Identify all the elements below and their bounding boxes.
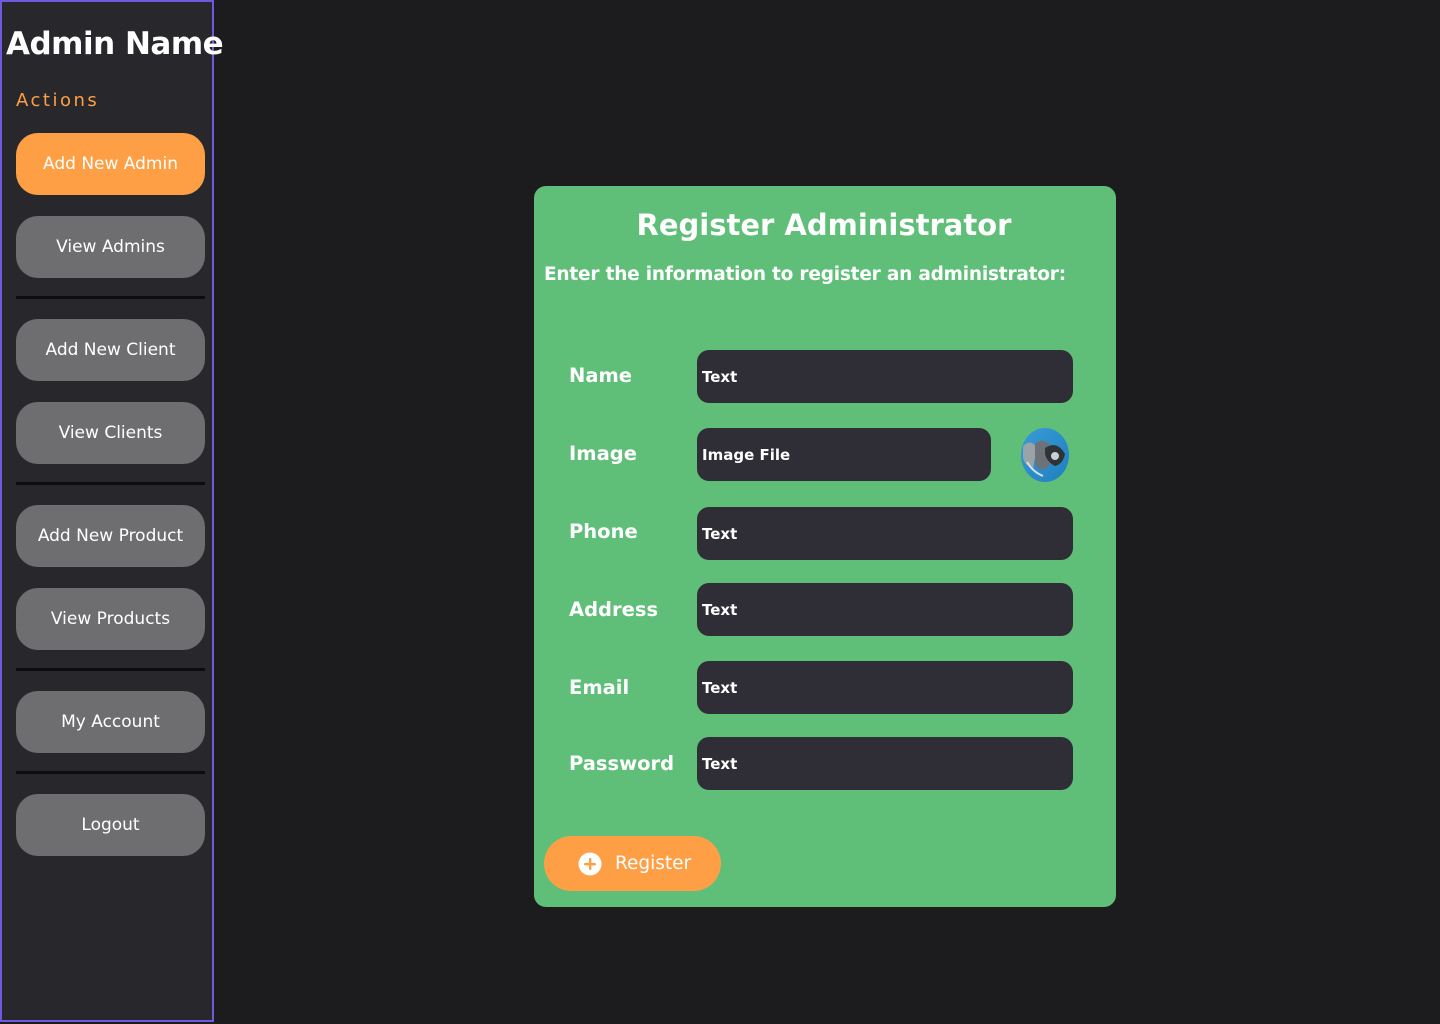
name-input[interactable]: Text: [697, 350, 1073, 403]
register-admin-card: Register Administrator Enter the informa…: [534, 186, 1116, 907]
image-file-input[interactable]: Image File: [697, 428, 991, 481]
password-input[interactable]: Text: [697, 737, 1073, 790]
register-label: Register: [615, 853, 692, 874]
plus-circle-icon: [578, 852, 602, 875]
register-button[interactable]: Register: [544, 836, 721, 891]
view-products-button[interactable]: View Products: [16, 588, 205, 650]
view-clients-button[interactable]: View Clients: [16, 402, 205, 464]
password-label: Password: [569, 752, 675, 775]
image-preview-avatar: [1021, 428, 1069, 482]
email-label: Email: [569, 676, 630, 699]
sidebar: Admin Name Actions Add New Admin View Ad…: [0, 0, 224, 1022]
address-input[interactable]: Text: [697, 583, 1073, 636]
add-new-product-button[interactable]: Add New Product: [16, 505, 205, 567]
phone-input[interactable]: Text: [697, 507, 1073, 560]
sidebar-divider: [16, 771, 205, 774]
add-new-admin-button[interactable]: Add New Admin: [16, 133, 205, 195]
phone-label: Phone: [569, 520, 638, 543]
my-account-button[interactable]: My Account: [16, 691, 205, 753]
sidebar-divider: [16, 668, 205, 671]
name-label: Name: [569, 364, 633, 387]
address-label: Address: [569, 598, 659, 621]
admin-name: Admin Name: [6, 26, 224, 62]
form-title: Register Administrator: [636, 208, 1012, 242]
actions-heading: Actions: [16, 90, 100, 111]
add-new-client-button[interactable]: Add New Client: [16, 319, 205, 381]
sidebar-divider: [16, 296, 205, 299]
view-admins-button[interactable]: View Admins: [16, 216, 205, 278]
form-subtitle: Enter the information to register an adm…: [544, 264, 1066, 285]
image-label: Image: [569, 442, 637, 465]
logout-button[interactable]: Logout: [16, 794, 205, 856]
sidebar-divider: [16, 482, 205, 485]
email-input[interactable]: Text: [697, 661, 1073, 714]
